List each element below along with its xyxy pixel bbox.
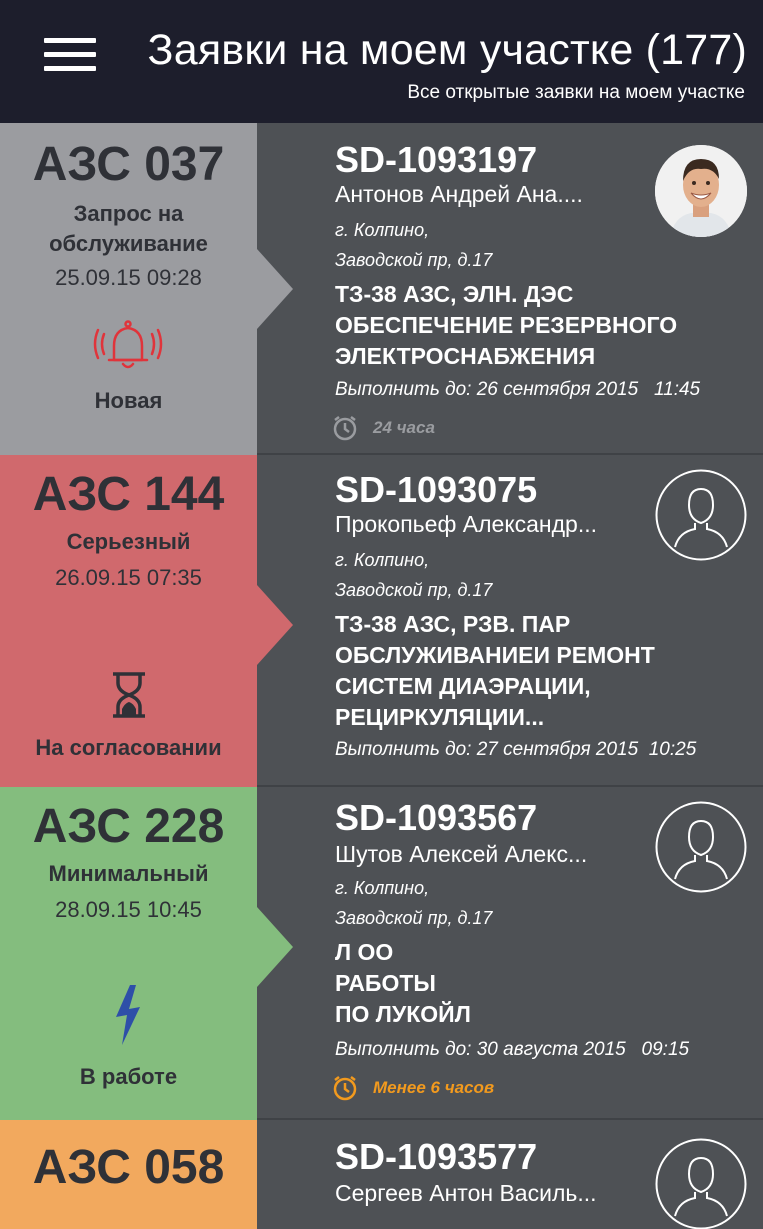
ticket-id: SD-1093577 (335, 1136, 538, 1177)
ticket-subject: Л ОО РАБОТЫ ПО ЛУКОЙЛ (335, 939, 471, 1027)
assignee-name: Антонов Андрей Ана.... (335, 181, 583, 207)
status-label: В работе (79, 1064, 178, 1089)
station-name: АЗС 144 (32, 468, 225, 521)
ticket-subject: ТЗ-38 АЗС, ЭЛН. ДЭС ОБЕСПЕЧЕНИЕ РЕЗЕРВНО… (335, 281, 678, 369)
deadline: Выполнить до: 26 сентября 2015 11:45 (335, 379, 701, 400)
ticket-status-panel: АЗС 144 Серьезный 26.09.15 07:35 На согл… (0, 455, 257, 787)
station-name: АЗС 058 (32, 1141, 225, 1194)
ticket-status-panel: АЗС 058 (0, 1120, 257, 1229)
ticket-id: SD-1093075 (335, 469, 538, 510)
assignee-avatar[interactable] (655, 1138, 747, 1229)
app-header: Заявки на моем участке (177) Все открыты… (0, 0, 763, 123)
ticket-id: SD-1093197 (335, 139, 538, 180)
ticket-card[interactable]: АЗС 037 Запрос на обслуживание 25.09.15 … (0, 123, 763, 455)
lightning-icon (110, 983, 146, 1052)
priority-label: Запрос на обслуживание (49, 201, 208, 256)
time-remaining: 24 часа (331, 415, 435, 441)
ticket-id: SD-1093567 (335, 797, 538, 838)
assignee-avatar[interactable] (655, 469, 747, 561)
ticket-status-panel: АЗС 228 Минимальный 28.09.15 10:45 В раб… (0, 787, 257, 1120)
page-subtitle: Все открытые заявки на моем участке (407, 82, 745, 103)
deadline: Выполнить до: 30 августа 2015 09:15 (335, 1039, 690, 1060)
ticket-details: SD-1093577 Сергеев Антон Василь... (257, 1120, 763, 1229)
page-title: Заявки на моем участке (177) (147, 26, 747, 74)
assignee-avatar[interactable] (655, 145, 747, 237)
ticket-details: SD-1093567 Шутов Алексей Алекс... г. Кол… (257, 787, 763, 1120)
station-name: АЗС 228 (32, 800, 225, 853)
assignee-name: Сергеев Антон Василь... (335, 1180, 597, 1206)
hourglass-icon (110, 671, 148, 724)
assignee-name: Прокопьеф Александр... (335, 511, 598, 537)
ticket-details: SD-1093197 Антонов Андрей Ана.... г. Кол… (257, 123, 763, 455)
address: г. Колпино, Заводской пр, д.17 (335, 220, 493, 270)
ticket-subject: ТЗ-38 АЗС, РЗВ. ПАР ОБСЛУЖИВАНИЕИ РЕМОНТ… (335, 611, 655, 730)
status-label: Новая (94, 388, 163, 413)
menu-icon[interactable] (44, 38, 96, 72)
bell-icon (88, 316, 168, 377)
clock-icon (333, 416, 357, 441)
ticket-card[interactable]: АЗС 228 Минимальный 28.09.15 10:45 В раб… (0, 787, 763, 1120)
assignee-name: Шутов Алексей Алекс... (335, 841, 588, 867)
ticket-card[interactable]: АЗС 058 SD-1093577 Сергеев Антон Василь.… (0, 1120, 763, 1229)
ticket-status-panel: АЗС 037 Запрос на обслуживание 25.09.15 … (0, 123, 257, 455)
ticket-card[interactable]: АЗС 144 Серьезный 26.09.15 07:35 На согл… (0, 455, 763, 787)
clock-icon (333, 1076, 357, 1101)
station-name: АЗС 037 (32, 138, 225, 191)
request-date: 26.09.15 07:35 (55, 565, 202, 590)
assignee-avatar[interactable] (655, 801, 747, 893)
request-date: 25.09.15 09:28 (55, 265, 202, 290)
priority-label: Минимальный (48, 861, 209, 886)
ticket-details: SD-1093075 Прокопьеф Александр... г. Кол… (257, 455, 763, 787)
status-label: На согласовании (35, 735, 222, 760)
deadline: Выполнить до: 27 сентября 2015 10:25 (335, 739, 697, 760)
time-remaining: Менее 6 часов (331, 1075, 494, 1101)
address: г. Колпино, Заводской пр, д.17 (335, 550, 493, 600)
priority-label: Серьезный (66, 529, 191, 554)
request-date: 28.09.15 10:45 (55, 897, 202, 922)
address: г. Колпино, Заводской пр, д.17 (335, 878, 493, 928)
